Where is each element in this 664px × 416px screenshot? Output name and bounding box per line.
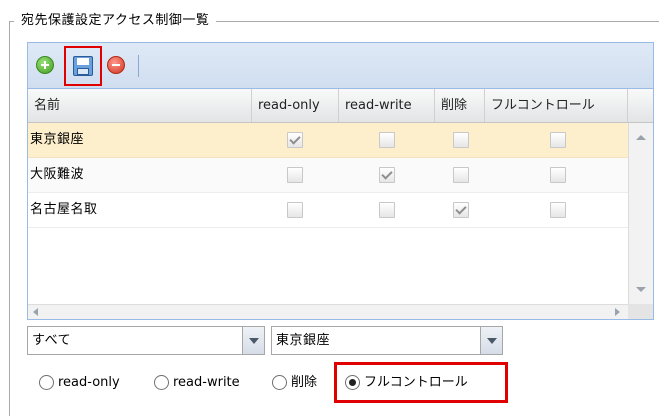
location-dropdown-chevron-icon[interactable] bbox=[480, 327, 502, 354]
scroll-right-arrow-icon[interactable] bbox=[615, 308, 620, 316]
table-row[interactable]: 大阪難波 bbox=[28, 158, 628, 193]
radio-button-icon[interactable] bbox=[272, 375, 287, 390]
radio-label: read-write bbox=[173, 375, 240, 390]
radio-label: read-only bbox=[58, 375, 120, 390]
row-name: 大阪難波 bbox=[30, 167, 85, 182]
scroll-down-arrow-icon[interactable] bbox=[636, 287, 646, 292]
radio-button-icon[interactable] bbox=[39, 375, 54, 390]
panel-title: 宛先保護設定アクセス制御一覧 bbox=[14, 12, 217, 30]
horizontal-scrollbar[interactable] bbox=[28, 304, 628, 319]
column-header-read-only[interactable]: read-only bbox=[252, 89, 339, 122]
delete-checkbox[interactable] bbox=[453, 167, 469, 183]
table-row[interactable]: 名古屋名取 bbox=[28, 193, 628, 228]
read-only-checkbox[interactable] bbox=[287, 132, 303, 148]
toolbar-separator bbox=[138, 55, 139, 77]
read-write-checkbox[interactable] bbox=[379, 167, 395, 183]
radio-button-icon[interactable] bbox=[154, 375, 169, 390]
read-write-checkbox[interactable] bbox=[379, 132, 395, 148]
scope-combobox[interactable]: すべて bbox=[27, 326, 265, 355]
column-header-full-control[interactable]: フルコントロール bbox=[485, 89, 628, 122]
column-header-delete[interactable]: 削除 bbox=[435, 89, 485, 122]
location-combobox-value: 東京銀座 bbox=[276, 333, 331, 348]
fieldset-border-left bbox=[9, 21, 10, 416]
row-name: 名古屋名取 bbox=[30, 202, 98, 217]
grid-toolbar bbox=[28, 43, 653, 89]
delete-checkbox[interactable] bbox=[453, 202, 469, 218]
radio-button-selected-icon[interactable] bbox=[345, 375, 360, 390]
scroll-left-arrow-icon[interactable] bbox=[33, 308, 38, 316]
full-control-checkbox[interactable] bbox=[550, 167, 566, 183]
radio-label: フルコントロール bbox=[364, 375, 468, 390]
full-control-checkbox[interactable] bbox=[550, 202, 566, 218]
scrollbar-corner bbox=[628, 304, 653, 319]
add-icon[interactable] bbox=[36, 56, 54, 74]
full-control-checkbox[interactable] bbox=[550, 132, 566, 148]
column-header-name[interactable]: 名前 bbox=[28, 89, 252, 122]
vertical-scrollbar[interactable] bbox=[628, 123, 653, 304]
scope-dropdown-chevron-icon[interactable] bbox=[242, 327, 264, 354]
radio-label: 削除 bbox=[291, 375, 318, 390]
remove-icon[interactable] bbox=[107, 56, 125, 74]
scroll-up-arrow-icon[interactable] bbox=[636, 135, 646, 140]
save-button-highlight bbox=[64, 46, 102, 86]
access-control-grid: 名前 read-only read-write 削除 フルコントロール 東京銀座… bbox=[27, 42, 654, 320]
row-name: 東京銀座 bbox=[30, 132, 85, 147]
table-row[interactable]: 東京銀座 bbox=[28, 123, 628, 158]
grid-header: 名前 read-only read-write 削除 フルコントロール bbox=[28, 89, 653, 123]
location-combobox[interactable]: 東京銀座 bbox=[271, 326, 503, 355]
save-icon[interactable] bbox=[73, 56, 93, 76]
read-only-checkbox[interactable] bbox=[287, 202, 303, 218]
column-header-read-write[interactable]: read-write bbox=[339, 89, 435, 122]
read-write-checkbox[interactable] bbox=[379, 202, 395, 218]
scope-combobox-value: すべて bbox=[32, 333, 72, 348]
delete-checkbox[interactable] bbox=[453, 132, 469, 148]
read-only-checkbox[interactable] bbox=[287, 167, 303, 183]
